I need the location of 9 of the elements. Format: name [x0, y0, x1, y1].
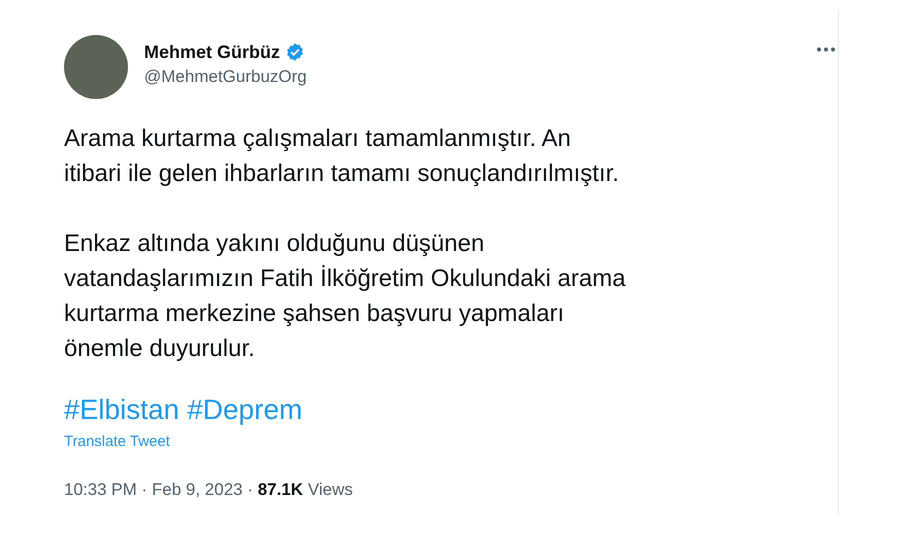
hashtag-link[interactable]: #Elbistan [64, 393, 180, 427]
tweet-text: Arama kurtarma çalışmaları tamamlanmıştır. An itibari ile gelen ihbarların tamamı sonuçlandırılmıştır. [64, 124, 620, 189]
tweet-meta: 10:33 PM · Feb 9, 2023 · 87.1K Views [64, 480, 353, 500]
more-options-icon[interactable] [816, 47, 836, 52]
hashtag-link[interactable]: #Deprem [187, 393, 302, 427]
author-handle[interactable]: @MehmetGurbuzOrg [144, 66, 307, 86]
tweet-text: Enkaz altında yakını olduğunu düşünen vatandaşlarımızın Fatih İlköğretim Okulundaki arama kurtarma merkezine şahsen başvuru yapmaları önemle duyurulur. [64, 229, 627, 364]
author-name[interactable]: Mehmet Gürbüz [144, 42, 280, 62]
translate-link[interactable]: Translate Tweet [64, 433, 170, 450]
